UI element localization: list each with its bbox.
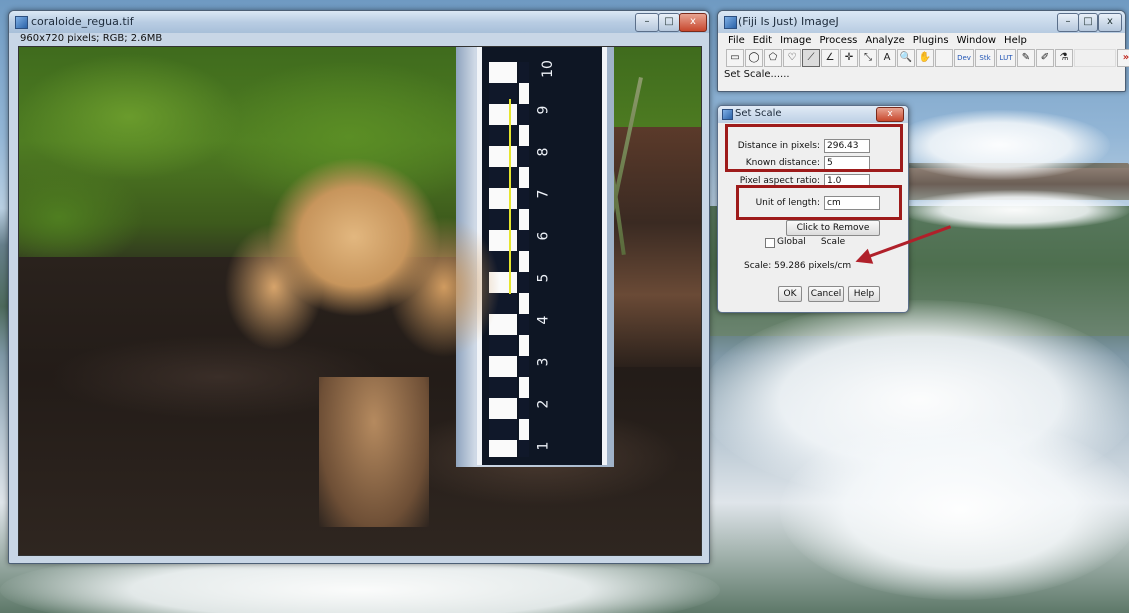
oval-icon[interactable]: ◯ <box>745 49 763 67</box>
image-info: 960x720 pixels; RGB; 2.6MB <box>20 33 163 44</box>
menu-help[interactable]: Help <box>1004 35 1027 49</box>
text-icon[interactable]: A <box>878 49 896 67</box>
close-button[interactable]: x <box>679 13 707 32</box>
annotation-highlight-unit <box>736 185 902 220</box>
maximize-button[interactable]: □ <box>658 13 680 32</box>
photo-dead-leaves <box>604 127 701 367</box>
line-selection[interactable] <box>509 99 511 294</box>
photo-ruler-ticks <box>519 62 529 457</box>
imagej-icon <box>722 109 733 120</box>
minimize-button[interactable]: – <box>635 13 659 32</box>
annotation-highlight-distance <box>725 124 903 172</box>
imagej-icon <box>724 16 737 29</box>
menu-bar: File Edit Image Process Analyze Plugins … <box>728 35 1035 49</box>
menu-image[interactable]: Image <box>780 35 811 49</box>
image-window-titlebar[interactable]: coraloide_regua.tif – □ x <box>9 11 709 33</box>
dialog-title: Set Scale <box>735 108 782 119</box>
global-label: Global <box>777 237 806 247</box>
dropper-icon[interactable]: ⚗ <box>1055 49 1073 67</box>
menu-edit[interactable]: Edit <box>753 35 772 49</box>
fiji-titlebar[interactable]: (Fiji Is Just) ImageJ – □ x <box>718 11 1125 33</box>
dialog-close-button[interactable]: x <box>876 107 904 122</box>
remove-scale-button[interactable]: Click to Remove Scale <box>786 220 880 247</box>
magnifier-icon[interactable]: 🔍 <box>897 49 915 67</box>
ruler-number: 5 <box>535 273 552 283</box>
ok-button[interactable]: OK <box>778 286 802 302</box>
lut-icon[interactable]: LUT <box>996 49 1016 67</box>
rectangle-icon[interactable]: ▭ <box>726 49 744 67</box>
wallpaper-cloud <box>890 110 1110 180</box>
fiji-maximize-button[interactable]: □ <box>1078 13 1098 32</box>
ruler-number: 6 <box>535 231 552 241</box>
scale-readout: Scale: 59.286 pixels/cm <box>744 261 852 271</box>
ruler-number: 4 <box>535 315 552 325</box>
wand-icon[interactable]: ⤡ <box>859 49 877 67</box>
line-icon[interactable]: ⟋ <box>802 49 820 67</box>
toolbar-spacer <box>1074 49 1116 67</box>
point-icon[interactable]: ✛ <box>840 49 858 67</box>
blank-tool[interactable] <box>935 49 953 67</box>
fiji-close-button[interactable]: x <box>1098 13 1122 32</box>
fiji-window-title: (Fiji Is Just) ImageJ <box>738 15 839 28</box>
tool-bar: ▭ ◯ ⬠ ♡ ⟋ ∠ ✛ ⤡ A 🔍 ✋ Dev Stk LUT ✎ ✐ ⚗ … <box>726 49 1129 67</box>
more-tools-icon[interactable]: » <box>1117 49 1129 67</box>
ruler-number: 8 <box>535 147 552 157</box>
menu-file[interactable]: File <box>728 35 745 49</box>
help-button[interactable]: Help <box>848 286 880 302</box>
ruler-number: 10 <box>539 60 556 78</box>
imagej-icon <box>15 16 28 29</box>
image-window-title: coraloide_regua.tif <box>31 15 134 28</box>
angle-icon[interactable]: ∠ <box>821 49 839 67</box>
image-canvas[interactable]: 10 9 8 7 6 5 4 3 2 1 <box>18 46 702 556</box>
hand-icon[interactable]: ✋ <box>916 49 934 67</box>
ruler-number: 1 <box>535 441 552 451</box>
dev-icon[interactable]: Dev <box>954 49 974 67</box>
menu-plugins[interactable]: Plugins <box>913 35 949 49</box>
wallpaper-cloud <box>780 420 1129 600</box>
photo-coral-fungus <box>204 117 504 417</box>
fiji-main-window[interactable]: (Fiji Is Just) ImageJ – □ x File Edit Im… <box>717 10 1129 92</box>
wallpaper-cloud <box>900 190 1129 230</box>
ruler-number: 3 <box>535 357 552 367</box>
polygon-icon[interactable]: ⬠ <box>764 49 782 67</box>
pencil-icon[interactable]: ✎ <box>1017 49 1035 67</box>
brush-icon[interactable]: ✐ <box>1036 49 1054 67</box>
dialog-titlebar[interactable]: Set Scale x <box>718 106 908 123</box>
stk-icon[interactable]: Stk <box>975 49 995 67</box>
ruler-number: 2 <box>535 399 552 409</box>
freehand-icon[interactable]: ♡ <box>783 49 801 67</box>
fiji-minimize-button[interactable]: – <box>1057 13 1079 32</box>
menu-process[interactable]: Process <box>819 35 857 49</box>
menu-window[interactable]: Window <box>957 35 996 49</box>
ruler-number: 7 <box>535 189 552 199</box>
status-bar: Set Scale...... <box>724 69 790 80</box>
global-checkbox[interactable] <box>765 238 775 248</box>
cancel-button[interactable]: Cancel <box>808 286 844 302</box>
menu-analyze[interactable]: Analyze <box>865 35 904 49</box>
image-window[interactable]: coraloide_regua.tif – □ x 960x720 pixels… <box>8 10 710 564</box>
ruler-number: 9 <box>535 105 552 115</box>
